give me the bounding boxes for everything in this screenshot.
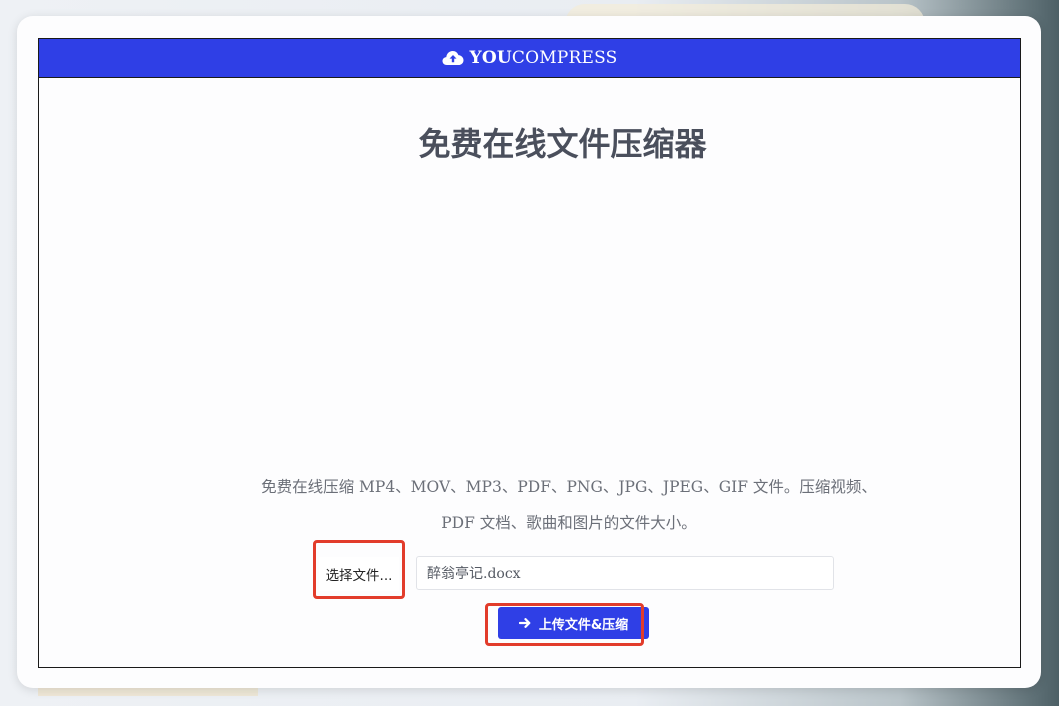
choose-file-highlight [313,540,405,599]
browser-page: YOU COMPRESS 免费在线文件压缩器 免费在线压缩 MP4、MOV、MP3… [38,38,1021,668]
logo-text-light: COMPRESS [511,48,618,68]
page-description: 免费在线压缩 MP4、MOV、MP3、PDF、PNG、JPG、JPEG、GIF … [261,478,877,532]
cloud-upload-icon [442,51,464,65]
logo-text-bold: YOU [469,48,512,68]
selected-file-name: 醉翁亭记.docx [427,566,521,582]
selected-file-field[interactable]: 醉翁亭记.docx [416,556,834,590]
page-title: 免费在线文件压缩器 [418,125,707,163]
site-logo[interactable]: YOU COMPRESS [442,48,618,68]
top-navbar: YOU COMPRESS [39,39,1020,78]
upload-button-highlight [485,603,644,646]
